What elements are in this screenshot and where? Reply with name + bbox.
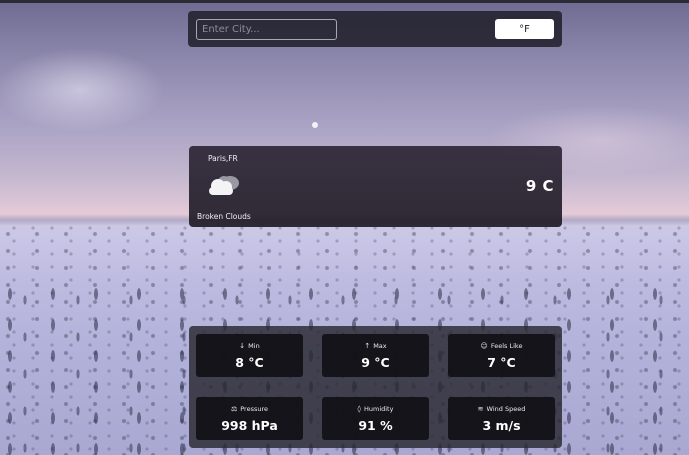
min-temp-card: ↓ Min 8 °C [196, 334, 303, 377]
humidity-card: ◊ Humidity 91 % [322, 397, 429, 440]
droplet-icon: ◊ [357, 405, 361, 413]
city-search-input[interactable] [196, 19, 337, 40]
wind-icon: ≋ [477, 405, 484, 413]
condition-label: Broken Clouds [197, 212, 251, 221]
wind-speed-card: ≋ Wind Speed 3 m/s [448, 397, 555, 440]
search-bar: °F [188, 11, 562, 47]
card-value: 7 °C [487, 355, 516, 370]
card-label: Feels Like [490, 342, 523, 350]
top-edge [0, 0, 689, 3]
broken-clouds-icon [209, 176, 239, 195]
max-temp-card: ↑ Max 9 °C [322, 334, 429, 377]
card-value: 998 hPa [221, 418, 278, 433]
feels-like-card: ☺ Feels Like 7 °C [448, 334, 555, 377]
card-label: Wind Speed [486, 405, 526, 413]
card-value: 8 °C [235, 355, 264, 370]
current-weather-panel: Paris,FR Broken Clouds 9 C [189, 146, 562, 227]
card-value: 91 % [358, 418, 393, 433]
card-value: 9 °C [361, 355, 390, 370]
card-label: Pressure [240, 405, 269, 413]
current-temperature: 9 C [525, 177, 554, 195]
moon [312, 122, 318, 128]
pressure-icon: ⚖ [230, 405, 238, 413]
card-label: Max [373, 342, 387, 350]
location-label: Paris,FR [208, 154, 238, 163]
unit-toggle-button[interactable]: °F [495, 19, 554, 39]
pressure-card: ⚖ Pressure 998 hPa [196, 397, 303, 440]
arrow-up-icon: ↑ [364, 342, 371, 350]
card-value: 3 m/s [482, 418, 521, 433]
arrow-down-icon: ↓ [239, 342, 246, 350]
card-label: Humidity [363, 405, 394, 413]
face-icon: ☺ [480, 342, 488, 350]
weather-details-panel: ↓ Min 8 °C ↑ Max 9 °C ☺ Feels Like 7 °C ⚖ Pr… [189, 326, 562, 448]
card-label: Min [248, 342, 260, 350]
